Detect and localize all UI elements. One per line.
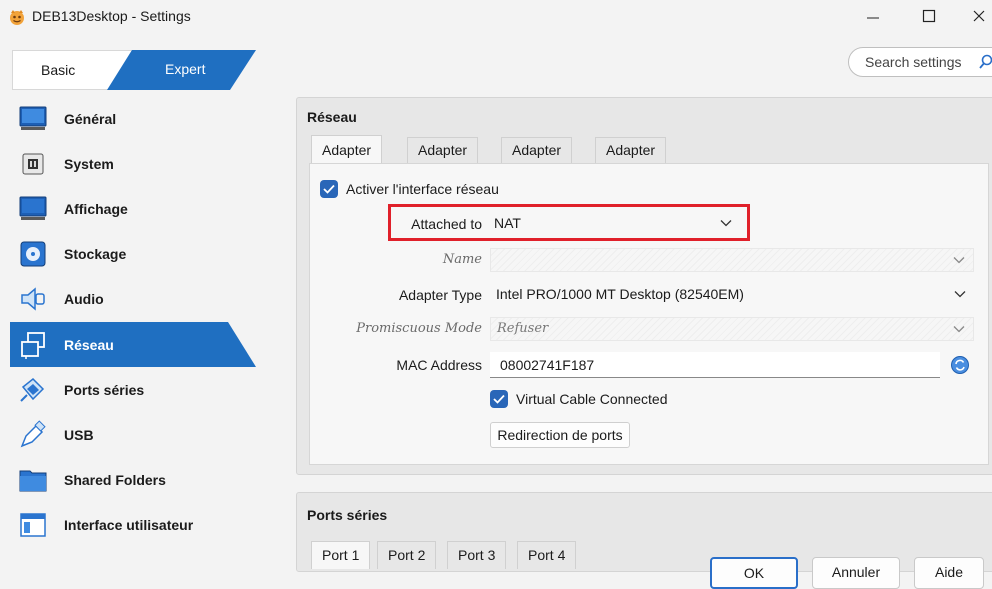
audio-speaker-icon (21, 287, 45, 311)
user-interface-icon (20, 513, 46, 537)
adapter-type-label: Adapter Type (398, 287, 482, 303)
help-button[interactable]: Aide (914, 557, 984, 589)
enable-adapter-checkbox[interactable] (320, 180, 338, 198)
virtual-cable-checkbox[interactable] (490, 390, 508, 408)
sidebar-item-label: Stockage (64, 245, 127, 262)
tab-adapter-4[interactable]: Adapter 4 (595, 137, 667, 182)
tab-adapter-1[interactable]: Adapter 1 (311, 135, 383, 186)
sidebar-item-label: Interface utilisateur (64, 516, 194, 533)
maximize-icon (922, 9, 936, 23)
sidebar-item-storage[interactable]: Stockage (0, 231, 290, 276)
adapter-type-dropdown[interactable]: Intel PRO/1000 MT Desktop (82540EM) (490, 283, 974, 307)
checkmark-icon (493, 394, 505, 404)
section-title: Ports séries (307, 507, 388, 523)
port-forwarding-button[interactable]: Redirection de ports (490, 422, 630, 448)
sidebar-item-label: Affichage (64, 200, 128, 217)
tab-port-4[interactable]: Port 4 (517, 541, 577, 569)
search-icon[interactable] (979, 54, 992, 70)
tab-port-3[interactable]: Port 3 (447, 541, 507, 569)
search-box[interactable] (848, 47, 992, 77)
sidebar-item-usb[interactable]: USB (0, 412, 290, 457)
sidebar-item-network[interactable]: Réseau (0, 322, 290, 367)
chevron-down-icon (953, 326, 965, 333)
sidebar-item-user-interface[interactable]: Interface utilisateur (0, 502, 290, 547)
section-title: Réseau (307, 109, 357, 125)
expert-mode-label: Expert (165, 61, 206, 77)
settings-sidebar: Général System Affichage Stockage Audio (0, 96, 290, 566)
promiscuous-mode-value: Refuser (497, 321, 549, 336)
sidebar-item-serial-ports[interactable]: Ports séries (0, 367, 290, 412)
sidebar-item-label: Audio (64, 290, 104, 307)
cancel-button[interactable]: Annuler (812, 557, 900, 589)
tab-adapter-3[interactable]: Adapter 3 (501, 137, 573, 182)
ok-button[interactable]: OK (710, 557, 798, 589)
mac-address-label: MAC Address (396, 357, 482, 373)
search-input[interactable] (865, 53, 975, 71)
tab-port-1[interactable]: Port 1 (311, 541, 371, 569)
sidebar-item-system[interactable]: System (0, 141, 290, 186)
serial-port-icon (20, 377, 45, 402)
sidebar-item-label: System (64, 155, 114, 172)
sidebar-item-label: Shared Folders (64, 471, 166, 488)
promiscuous-mode-dropdown[interactable]: Refuser (490, 317, 974, 341)
window-title: DEB13Desktop - Settings (32, 8, 191, 24)
minimize-button[interactable] (850, 0, 896, 32)
sidebar-item-label: Réseau (64, 336, 114, 353)
expert-tab-shape (107, 50, 256, 90)
sidebar-item-general[interactable]: Général (0, 96, 290, 141)
maximize-button[interactable] (906, 0, 952, 32)
network-icon (21, 332, 45, 359)
display-monitor-icon (19, 196, 47, 220)
name-label: Name (442, 252, 482, 267)
sidebar-item-display[interactable]: Affichage (0, 186, 290, 231)
minimize-icon (867, 17, 879, 19)
chevron-down-icon (954, 291, 966, 298)
sidebar-item-label: Général (64, 110, 117, 127)
adapter-type-value: Intel PRO/1000 MT Desktop (82540EM) (496, 286, 744, 302)
tab-port-2[interactable]: Port 2 (377, 541, 437, 569)
enable-adapter-label: Activer l'interface réseau (346, 181, 499, 197)
highlight-annotation (388, 204, 750, 241)
folder-icon (19, 470, 47, 492)
sidebar-item-audio[interactable]: Audio (0, 276, 290, 321)
sidebar-item-shared-folders[interactable]: Shared Folders (0, 457, 290, 502)
mac-address-value: 08002741F187 (500, 357, 595, 373)
name-dropdown[interactable] (490, 248, 974, 272)
mac-address-field[interactable]: 08002741F187 (490, 352, 940, 378)
chevron-down-icon (953, 257, 965, 264)
mode-switch: Basic Expert (12, 50, 256, 90)
sidebar-item-label: USB (64, 426, 94, 443)
promiscuous-mode-label: Promiscuous Mode (356, 321, 482, 336)
close-button[interactable] (956, 0, 992, 32)
storage-disk-icon (20, 241, 46, 267)
title-bar: DEB13Desktop - Settings (0, 0, 992, 36)
system-chip-icon (22, 153, 44, 175)
checkmark-icon (323, 184, 335, 194)
general-monitor-icon (19, 106, 47, 130)
virtualbox-app-icon (10, 10, 24, 25)
close-icon (973, 10, 985, 22)
expert-mode-tab[interactable]: Expert (12, 50, 256, 90)
usb-icon (20, 420, 46, 448)
virtual-cable-label: Virtual Cable Connected (516, 391, 668, 407)
tab-adapter-2[interactable]: Adapter 2 (407, 137, 479, 182)
regenerate-mac-icon[interactable] (950, 355, 970, 375)
sidebar-item-label: Ports séries (64, 381, 145, 398)
